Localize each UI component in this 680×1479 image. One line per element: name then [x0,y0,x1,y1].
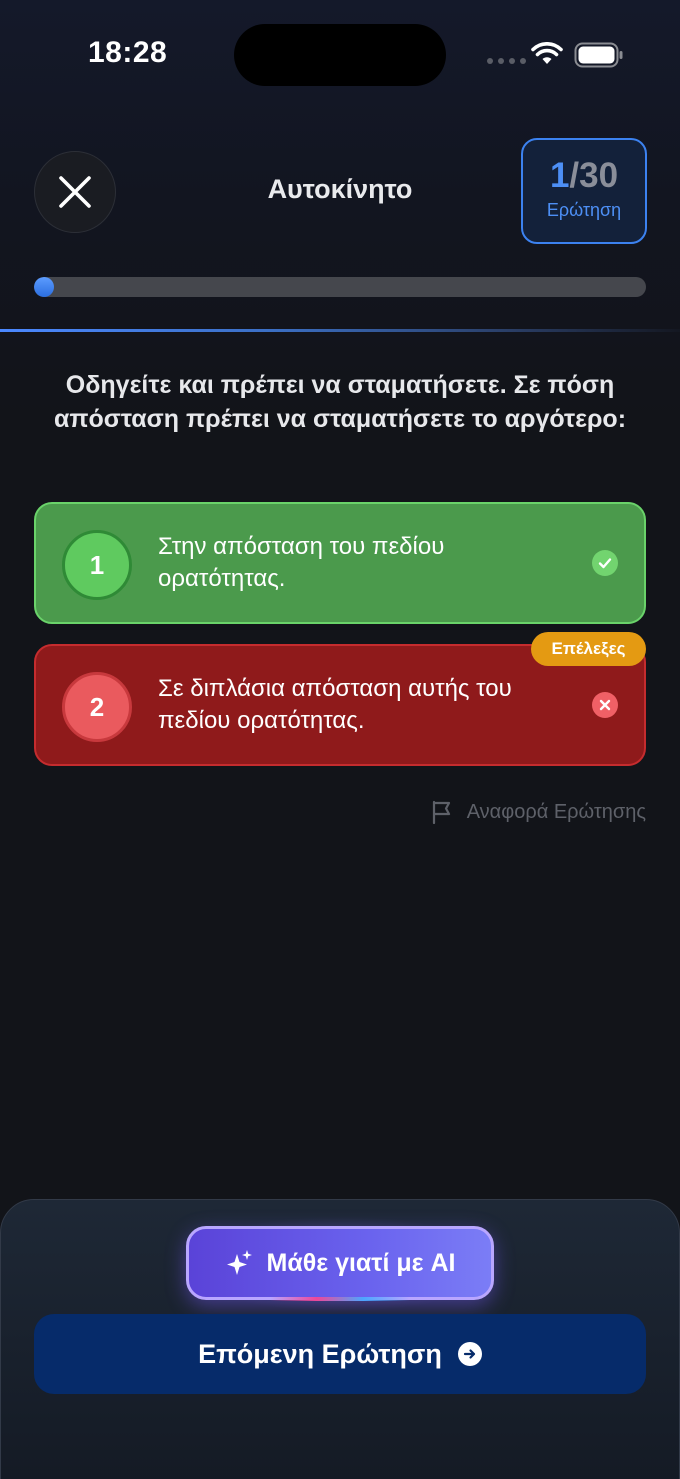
quiz-screen: 18:28 Αυτοκίνητο 1/30 Ερώτηση Οδηγείτε κ… [0,0,680,1479]
chosen-badge: Επέλεξες [531,632,646,666]
counter-current: 1 [549,156,570,195]
answer-text: Στην απόσταση του πεδίου ορατότητας. [158,533,445,592]
status-time: 18:28 [88,36,168,69]
page-title: Αυτοκίνητο [267,174,413,204]
header-divider [0,329,680,332]
report-label: Αναφορά Ερώτησης [466,800,646,823]
progress-bar [34,277,646,297]
report-question-link[interactable]: Αναφορά Ερώτησης [431,800,646,824]
question-counter: 1/30 Ερώτηση [521,138,647,244]
ai-explain-button[interactable]: Μάθε γιατί με AI [186,1226,494,1300]
sparkles-icon [226,1250,252,1275]
battery-icon [574,42,623,68]
signal-icon [487,58,526,64]
dynamic-island [234,24,446,86]
x-icon [592,692,618,718]
answer-number-badge: 1 [62,530,132,600]
arrow-right-circle-icon [457,1342,482,1366]
flag-icon [432,800,450,824]
question-text: Οδηγείτε και πρέπει να σταματήσετε. Σε π… [53,371,627,433]
ai-button-accent [270,1297,410,1301]
wifi-icon [531,42,563,64]
close-button[interactable] [34,151,116,233]
close-icon [59,176,91,208]
answer-option-1[interactable]: 1 Στην απόσταση του πεδίου ορατότητας. [34,502,646,624]
check-icon [592,550,618,576]
counter-total: /30 [569,156,619,195]
answer-text: Σε διπλάσια απόσταση αυτής του πεδίου ορ… [158,675,512,734]
ai-button-label: Μάθε γιατί με AI [266,1248,456,1277]
answer-number-badge: 2 [62,672,132,742]
next-button-label: Επόμενη Ερώτηση [198,1338,442,1369]
progress-fill [34,277,55,297]
counter-label: Ερώτηση [546,200,622,220]
next-question-button[interactable]: Επόμενη Ερώτηση [34,1314,646,1394]
